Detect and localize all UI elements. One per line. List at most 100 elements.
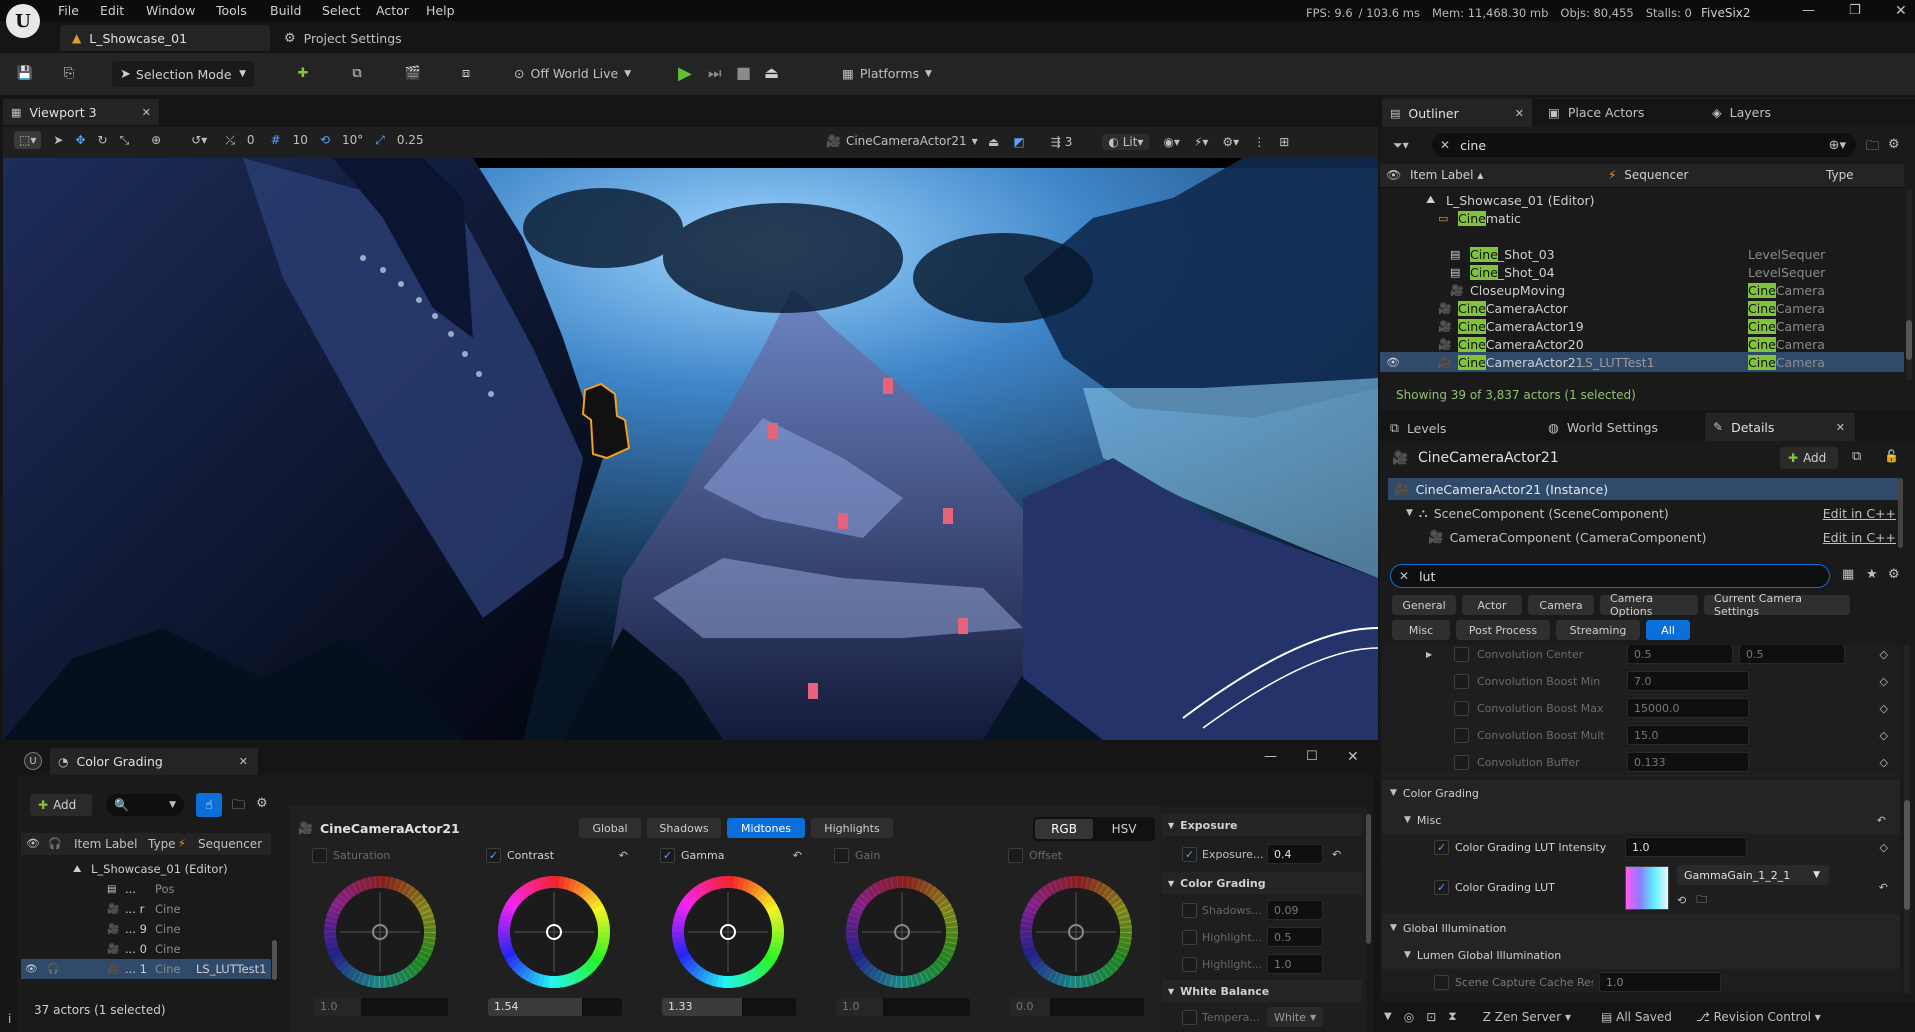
- viewport-tab[interactable]: ▦ Viewport 3 ✕: [3, 99, 159, 125]
- source-control-icon[interactable]: ⎘: [60, 64, 78, 82]
- cg-outliner-scrollbar[interactable]: [272, 940, 277, 980]
- details-settings-icon[interactable]: ⚙: [1888, 567, 1900, 582]
- restore-icon[interactable]: ❐: [1849, 3, 1861, 18]
- clear-search-icon[interactable]: ✕: [1440, 138, 1450, 152]
- selection-mode-button[interactable]: ➤ Selection Mode ▼: [112, 61, 254, 87]
- prop-field[interactable]: 15000.0: [1627, 698, 1749, 718]
- close-icon[interactable]: ✕: [1836, 421, 1845, 434]
- edit-cpp-link[interactable]: Edit in C++: [1823, 530, 1896, 545]
- all-saved-button[interactable]: ▤ All Saved: [1601, 1010, 1672, 1024]
- trace-icon[interactable]: ⧗: [1448, 1009, 1456, 1024]
- filter-current-camera[interactable]: Current Camera Settings: [1704, 592, 1850, 618]
- rotate-snap-icon[interactable]: ⤯: [225, 133, 235, 148]
- side-cat-white-balance[interactable]: ▼ White Balance: [1162, 980, 1362, 1002]
- side-cat-color-grading[interactable]: ▼ Color Grading: [1162, 872, 1362, 894]
- lut-asset-dropdown[interactable]: GammaGain_1_2_1 ▼: [1677, 865, 1829, 885]
- angle-snap-icon[interactable]: ⟲: [320, 133, 330, 147]
- scale-icon[interactable]: ⤡: [120, 133, 130, 148]
- reset-icon[interactable]: ↶: [619, 849, 628, 862]
- cg-tree-row[interactable]: 🎥 ... 0 Cine: [21, 939, 271, 959]
- pilot-icon[interactable]: ◩: [1013, 135, 1024, 149]
- eject-icon[interactable]: ⏏: [764, 63, 779, 82]
- prop-checkbox[interactable]: [1454, 646, 1469, 662]
- property-matrix-icon[interactable]: ▦: [1842, 567, 1854, 582]
- category-color-grading[interactable]: ▼ Color Grading: [1382, 780, 1900, 807]
- filter-general[interactable]: General: [1392, 595, 1456, 615]
- cg-side-scrollbar[interactable]: [1366, 814, 1371, 944]
- details-search[interactable]: ✕ lut: [1390, 564, 1830, 588]
- cg-tree-row[interactable]: ▤... Pos: [21, 879, 271, 899]
- cg-tree-row[interactable]: ⛰ L_Showcase_01 (Editor): [21, 859, 271, 879]
- reset-icon[interactable]: ↶: [1879, 881, 1888, 894]
- cg-tree-row[interactable]: 🎥 ... r Cine: [21, 899, 271, 919]
- reset-icon[interactable]: ↶: [1877, 814, 1886, 827]
- project-settings-tab[interactable]: ⚙ Project Settings: [284, 31, 402, 46]
- tab-details[interactable]: ✎ Details ✕: [1705, 413, 1855, 441]
- cg-col-label[interactable]: Item Label: [74, 837, 138, 851]
- details-scrollbar[interactable]: [1904, 645, 1910, 993]
- filter-misc[interactable]: Misc: [1392, 620, 1450, 640]
- derived-data-icon[interactable]: ◎: [1404, 1010, 1414, 1024]
- zen-server-button[interactable]: Z Zen Server ▾: [1483, 1010, 1571, 1024]
- component-scene-row[interactable]: ▼ ⛬ SceneComponent (SceneComponent) Edit…: [1406, 505, 1896, 521]
- wheel-disc[interactable]: [842, 872, 962, 992]
- wheel-disc[interactable]: [320, 872, 440, 992]
- cg-visibility-icon[interactable]: 👁: [26, 837, 40, 850]
- expand-arrow-icon[interactable]: ▶: [1426, 650, 1432, 659]
- component-camera-row[interactable]: 🎥 CameraComponent (CameraComponent) Edit…: [1428, 529, 1896, 545]
- outliner-row[interactable]: ▤ Cine_Shot_03 LevelSequer: [1380, 244, 1904, 264]
- scale-value[interactable]: 0.25: [397, 133, 424, 147]
- outliner-search[interactable]: ✕ cine ⊕▾: [1432, 133, 1856, 157]
- cg-add-button[interactable]: ✚ Add: [30, 794, 92, 816]
- filter-icon[interactable]: ⏷▾: [1393, 138, 1409, 153]
- off-world-live-button[interactable]: ⊙ Off World Live ▼: [514, 66, 631, 81]
- filter-post-process[interactable]: Post Process: [1456, 620, 1550, 640]
- prop-field[interactable]: 15.0: [1627, 725, 1749, 745]
- browse-icon[interactable]: 🗀: [1696, 891, 1707, 910]
- prop-field[interactable]: 0.5: [1627, 645, 1733, 664]
- component-instance-row[interactable]: 🎥 CineCameraActor21 (Instance): [1388, 478, 1898, 500]
- layers-count[interactable]: 3: [1065, 135, 1073, 149]
- modes-icon[interactable]: ⧈: [457, 64, 475, 82]
- close-icon[interactable]: ✕: [142, 106, 151, 119]
- capture-icon[interactable]: ⊡: [1426, 1010, 1436, 1024]
- visibility-icon[interactable]: 👁: [25, 964, 38, 975]
- outliner-row[interactable]: 🎥 CineCameraActor CineCamera: [1380, 298, 1904, 318]
- outliner-row[interactable]: ▤ Cine_Shot_04 LevelSequer: [1380, 262, 1904, 282]
- favorites-icon[interactable]: ★: [1866, 567, 1878, 582]
- col-type[interactable]: Type: [1826, 168, 1854, 182]
- cg-pick-icon[interactable]: ☝: [196, 793, 222, 817]
- reset-icon[interactable]: ↶: [1332, 848, 1341, 861]
- visibility-col-icon[interactable]: 👁: [1386, 168, 1401, 182]
- outliner-row[interactable]: 👁 🎥 CineCameraActor21 LS_LUTTest1 CineCamera: [1380, 352, 1904, 372]
- revision-control-button[interactable]: ⎇ Revision Control ▾: [1696, 1010, 1821, 1024]
- scene-capture-field[interactable]: 1.0: [1599, 972, 1721, 992]
- filter-streaming[interactable]: Streaming: [1556, 620, 1640, 640]
- new-folder-icon[interactable]: 🗀: [1866, 137, 1879, 159]
- blueprint-icon[interactable]: ⧉: [348, 64, 366, 82]
- keyframe-icon[interactable]: ◇: [1880, 756, 1888, 769]
- lut-thumbnail[interactable]: [1625, 865, 1669, 910]
- col-sequencer[interactable]: ⚡ Sequencer: [1608, 168, 1688, 182]
- close-icon[interactable]: ✕: [239, 755, 248, 768]
- filter-camera[interactable]: Camera: [1528, 595, 1594, 615]
- prop-checkbox[interactable]: [1454, 727, 1469, 743]
- menu-help[interactable]: Help: [426, 3, 466, 18]
- highlight2-field[interactable]: 1.0: [1267, 954, 1323, 974]
- wheel-checkbox[interactable]: [1008, 848, 1023, 863]
- tab-place-actors[interactable]: ▣ Place Actors: [1548, 105, 1644, 120]
- scale-snap-icon[interactable]: ⤢: [375, 133, 385, 148]
- category-misc[interactable]: ▼ Misc ↶: [1382, 807, 1900, 834]
- outliner-scrollbar[interactable]: [1906, 190, 1912, 380]
- cg-col-type[interactable]: Type: [148, 837, 176, 851]
- realtime-icon[interactable]: ⚡▾: [1194, 135, 1208, 149]
- edit-cpp-link[interactable]: Edit in C++: [1823, 506, 1896, 521]
- wheel-disc[interactable]: [1016, 872, 1136, 992]
- keyframe-icon[interactable]: ◇: [1880, 648, 1888, 661]
- wheel-disc[interactable]: [668, 872, 788, 992]
- blueprint-convert-icon[interactable]: ⧉: [1852, 449, 1861, 464]
- exposure-field[interactable]: 0.4: [1267, 844, 1323, 864]
- use-selected-icon[interactable]: ⟲: [1677, 894, 1686, 907]
- menu-build[interactable]: Build: [270, 3, 322, 18]
- cg-maximize-icon[interactable]: ☐: [1306, 749, 1318, 764]
